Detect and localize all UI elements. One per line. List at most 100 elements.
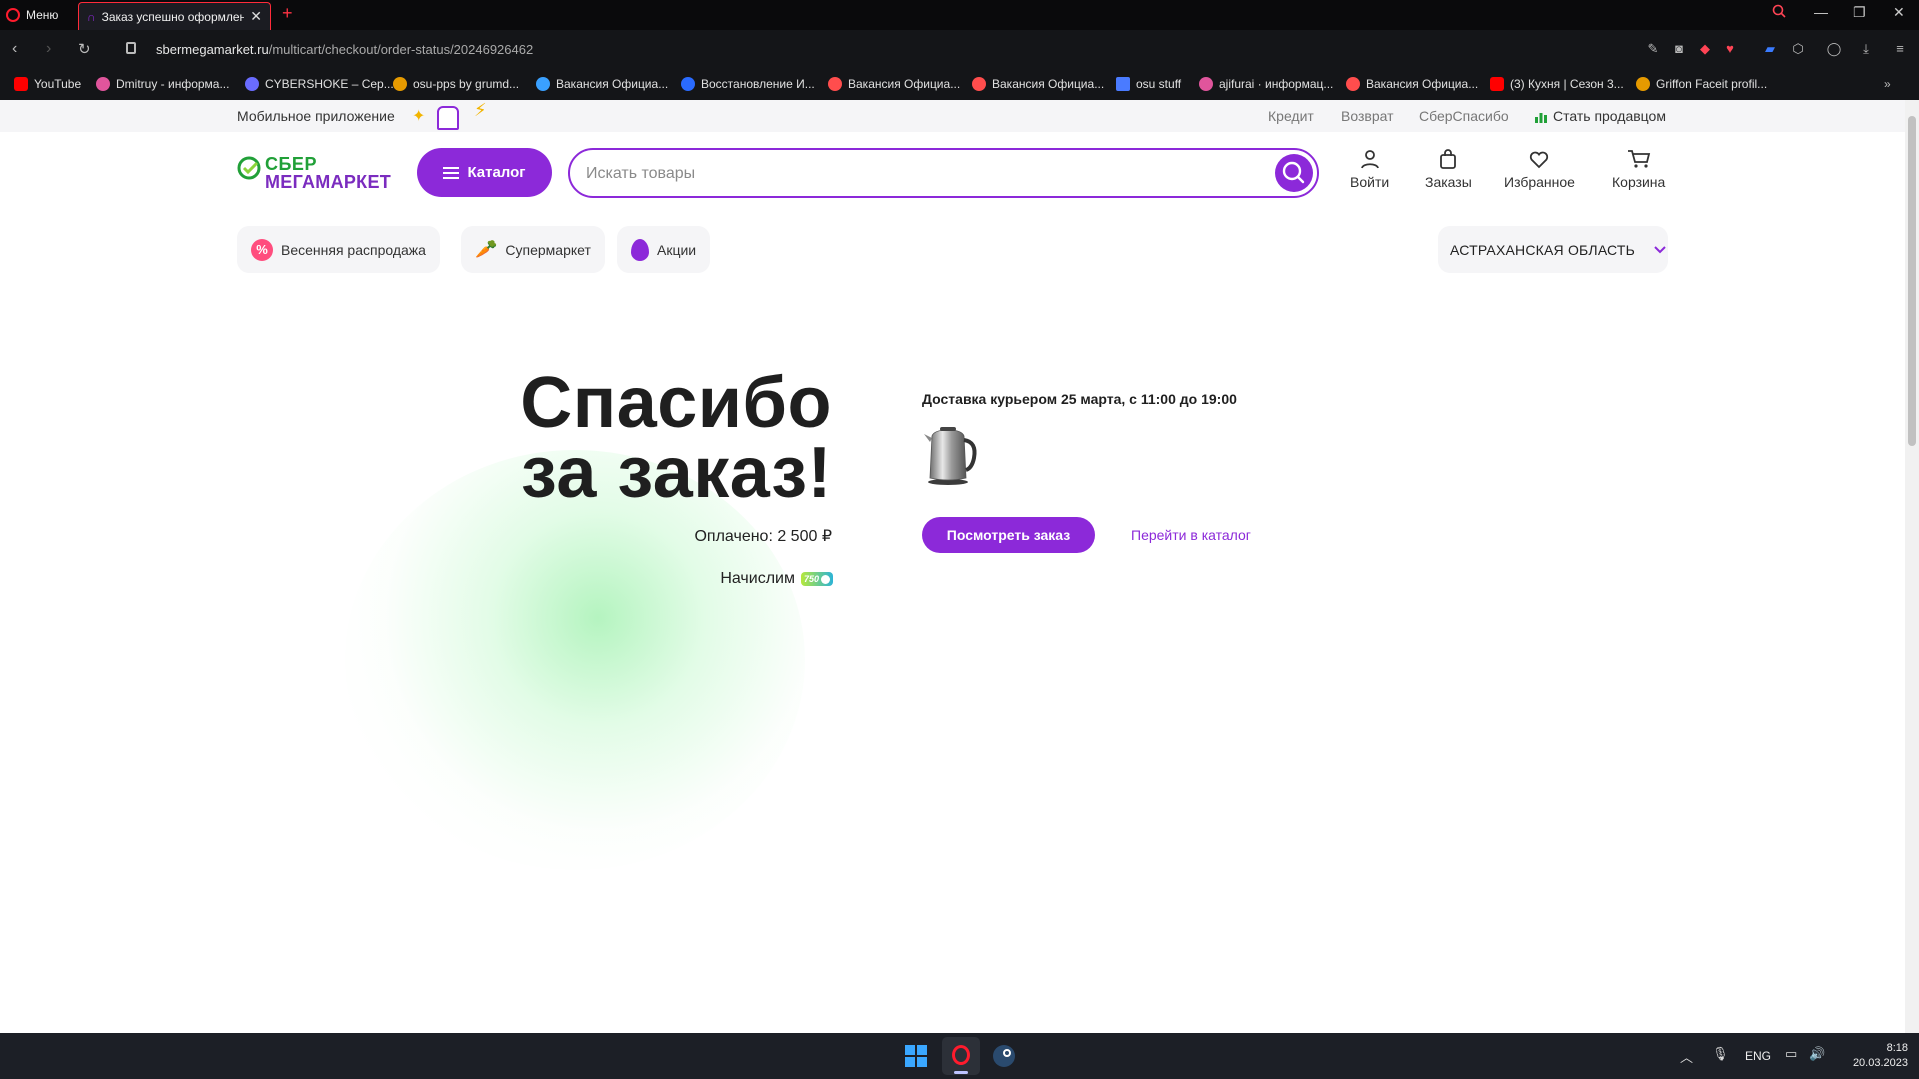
language-indicator[interactable]: ENG <box>1745 1049 1771 1063</box>
cart-button[interactable]: Корзина <box>1612 148 1665 190</box>
url-field[interactable]: sbermegamarket.ru/multicart/checkout/ord… <box>156 42 533 57</box>
bonus-coin-icon <box>821 574 830 584</box>
go-to-catalog-link[interactable]: Перейти в каталог <box>1131 527 1251 543</box>
tab-title: Заказ успешно оформлен <box>101 9 245 24</box>
tray-chevron-up-icon[interactable]: ︿ <box>1680 1047 1693 1066</box>
bookmark-item[interactable]: Вакансия Официа... <box>828 77 960 91</box>
bookmark-item[interactable]: ajifurai · информац... <box>1199 77 1333 91</box>
microphone-icon[interactable]: 🎙 <box>1712 1046 1729 1062</box>
page-scrollbar[interactable] <box>1905 100 1919 1033</box>
bookmark-label: Вакансия Официа... <box>848 77 961 91</box>
bookmark-item[interactable]: CYBERSHOKE – Сер... <box>245 77 394 91</box>
active-indicator <box>954 1071 968 1074</box>
bookmark-item[interactable]: Вакансия Официа... <box>1346 77 1478 91</box>
sbermegamarket-logo[interactable]: СБЕР МЕГАМАРКЕТ <box>237 154 397 192</box>
carrot-icon: 🥕 <box>475 239 498 259</box>
windows-taskbar: ︿ 🎙 ENG ▭ 🔊 8:18 20.03.2023 <box>0 1033 1919 1079</box>
clock-time: 8:18 <box>1886 1042 1908 1054</box>
bonus-label: Начислим <box>720 570 795 587</box>
opera-taskbar-button[interactable] <box>942 1037 980 1075</box>
scrollbar-thumb[interactable] <box>1908 116 1916 446</box>
catalog-button[interactable]: Каталог <box>417 148 552 197</box>
bookmark-item[interactable]: osu-pps by grumd... <box>393 77 519 91</box>
promotions-pill[interactable]: Акции <box>617 226 711 273</box>
back-icon[interactable]: ‹ <box>12 40 17 58</box>
camera-icon[interactable]: ◙ <box>1671 41 1687 57</box>
easy-setup-icon[interactable]: ≡ <box>1892 41 1908 57</box>
bookmark-label: Griffon Faceit profil... <box>1656 77 1768 91</box>
orders-button[interactable]: Заказы <box>1425 148 1472 190</box>
bookmark-item[interactable]: Восстановление И... <box>681 77 815 91</box>
forward-icon[interactable]: › <box>46 40 51 58</box>
bookmarks-bar: YouTube Dmitruy - информа... CYBERSHOKE … <box>0 70 1919 100</box>
bookmark-label: Вакансия Официа... <box>556 77 669 91</box>
bookmarks-overflow-icon[interactable]: » <box>1884 77 1891 91</box>
steam-icon[interactable] <box>993 1045 1015 1067</box>
catalog-label: Каталог <box>467 164 526 181</box>
supermarket-pill[interactable]: 🥕 Супермаркет <box>461 226 605 273</box>
favorites-label: Избранное <box>1504 174 1575 190</box>
bookmark-item[interactable]: (3) Кухня | Сезон 3... <box>1490 77 1624 91</box>
search-input[interactable] <box>586 162 1246 186</box>
close-window-button[interactable]: ✕ <box>1893 4 1905 21</box>
clock-date: 20.03.2023 <box>1852 1057 1908 1069</box>
bookmark-favicon-icon <box>828 77 842 91</box>
favorites-button[interactable]: Избранное <box>1504 148 1575 190</box>
network-icon[interactable]: ▭ <box>1785 1046 1797 1062</box>
tab-search-icon[interactable] <box>1772 4 1786 21</box>
kettle-product-image[interactable] <box>922 422 978 486</box>
heart-icon[interactable]: ♥ <box>1722 41 1738 57</box>
bookmark-favicon-icon <box>245 77 259 91</box>
opera-icon <box>952 1045 970 1065</box>
mobile-app-link[interactable]: Мобильное приложение <box>237 108 395 124</box>
sberspasibo-link[interactable]: СберСпасибо <box>1419 108 1509 124</box>
youtube-icon <box>1490 77 1504 91</box>
bookmark-favicon-icon <box>972 77 986 91</box>
profile-icon[interactable]: ◯ <box>1826 41 1842 57</box>
region-selector[interactable]: АСТРАХАНСКАЯ ОБЛАСТЬ <box>1438 226 1668 273</box>
login-button[interactable]: Войти <box>1350 148 1389 190</box>
download-icon[interactable]: ⤓ <box>1858 41 1874 57</box>
tab-active[interactable]: ∩ Заказ успешно оформлен ✕ <box>78 2 271 30</box>
background-glow <box>345 450 805 870</box>
bookmark-item[interactable]: Griffon Faceit profil... <box>1636 77 1767 91</box>
restore-button[interactable]: ❐ <box>1853 4 1866 21</box>
bookmark-item[interactable]: Вакансия Официа... <box>972 77 1104 91</box>
clock[interactable]: 8:18 20.03.2023 <box>1838 1041 1908 1071</box>
bookmark-favicon-icon <box>1199 77 1213 91</box>
bookmark-item[interactable]: osu stuff <box>1116 77 1181 91</box>
bookmark-item[interactable]: Вакансия Официа... <box>536 77 668 91</box>
site-top-strip: Мобильное приложение ✦ ⚡ Кредит Возврат … <box>0 100 1905 132</box>
become-seller-link[interactable]: Стать продавцом <box>1553 108 1666 124</box>
bonus-badge: 750 <box>800 572 833 586</box>
bookmark-label: YouTube <box>34 77 82 91</box>
bookmark-item[interactable]: YouTube <box>14 77 81 91</box>
promotions-label: Акции <box>657 241 697 258</box>
bookmark-favicon-icon <box>1346 77 1360 91</box>
view-order-button[interactable]: Посмотреть заказ <box>922 517 1095 553</box>
bookmark-label: osu-pps by grumd... <box>413 77 520 91</box>
search-button[interactable] <box>1275 154 1313 192</box>
opera-menu-button[interactable]: Меню <box>6 4 58 26</box>
bookmark-item[interactable]: Dmitruy - информа... <box>96 77 229 91</box>
opera-menu-label: Меню <box>26 8 59 22</box>
windows-start-icon[interactable] <box>905 1045 927 1070</box>
return-link[interactable]: Возврат <box>1341 108 1394 124</box>
bookmark-label: ajifurai · информац... <box>1219 77 1334 91</box>
new-tab-button[interactable]: + <box>282 3 293 24</box>
minimize-button[interactable]: — <box>1814 4 1828 20</box>
bonus-info: Начислим 750 <box>660 570 833 588</box>
volume-icon[interactable]: 🔊 <box>1809 1046 1825 1062</box>
shield-icon[interactable]: ◆ <box>1697 41 1713 57</box>
credit-link[interactable]: Кредит <box>1268 108 1314 124</box>
cart-label: Корзина <box>1612 174 1666 190</box>
reload-icon[interactable]: ↻ <box>78 40 91 58</box>
flow-icon[interactable]: ▰ <box>1762 41 1778 57</box>
cube-icon[interactable]: ⬡ <box>1790 41 1806 57</box>
bookmark-favicon-icon <box>1636 77 1650 91</box>
edit-icon[interactable]: ✎ <box>1645 41 1661 57</box>
bookmark-label: osu stuff <box>1136 77 1182 91</box>
spring-sale-pill[interactable]: % Весенняя распродажа <box>237 226 440 273</box>
tab-close-icon[interactable]: ✕ <box>250 8 262 25</box>
lock-icon <box>126 42 136 54</box>
